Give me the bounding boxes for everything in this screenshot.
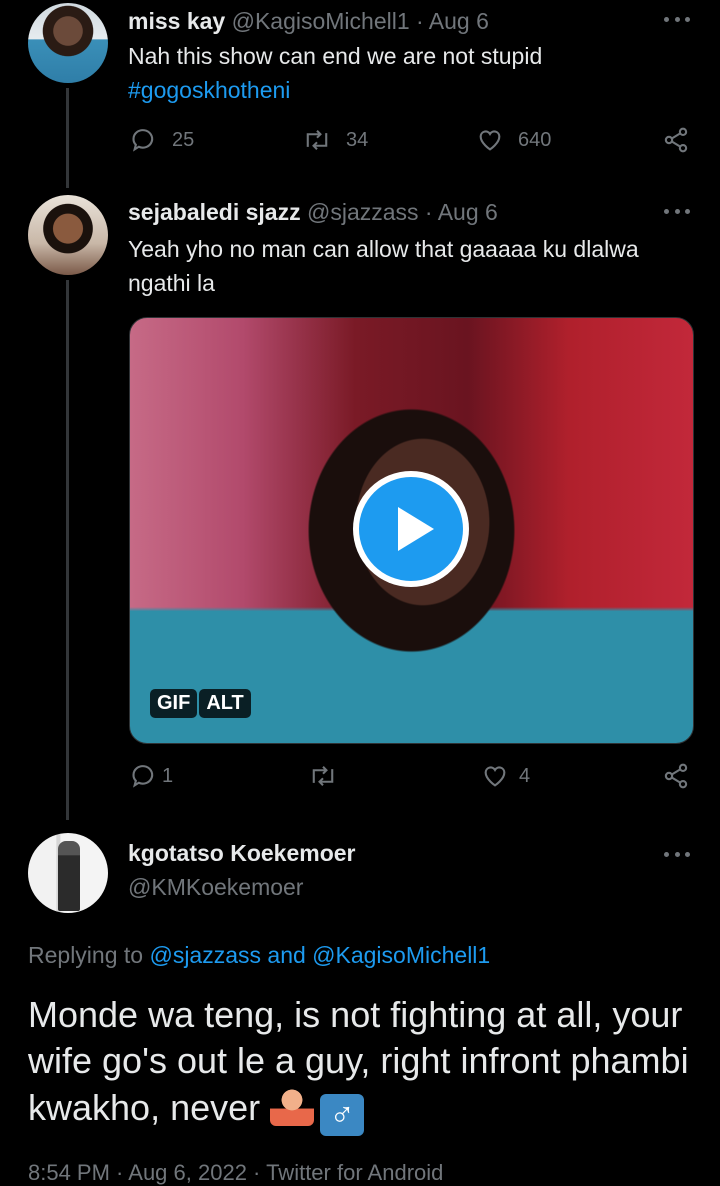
tweet-body: Nah this show can end we are not stupid <box>128 43 543 69</box>
reply-button[interactable]: 1 <box>130 762 173 790</box>
avatar[interactable] <box>28 833 108 913</box>
more-icon[interactable] <box>664 850 690 858</box>
replying-to-links[interactable]: @sjazzass and @KagisoMichell1 <box>149 942 490 968</box>
person-getting-massage-icon <box>270 1084 315 1126</box>
retweet-button[interactable] <box>308 762 338 790</box>
tweet-timestamp[interactable]: 8:54 PM · Aug 6, 2022 · Twitter for Andr… <box>28 1160 443 1186</box>
like-count: 640 <box>518 128 552 151</box>
like-count: 4 <box>519 764 531 787</box>
retweet-button[interactable]: 34 <box>302 126 368 154</box>
reply-count: 25 <box>172 128 195 151</box>
retweet-icon <box>306 130 328 150</box>
play-icon <box>359 477 463 581</box>
gif-media[interactable]: GIF ALT <box>129 317 694 744</box>
handle-and-date[interactable]: @sjazzass · Aug 6 <box>307 199 498 225</box>
share-icon <box>664 763 688 789</box>
handle-and-date[interactable]: @KagisoMichell1 · Aug 6 <box>232 8 489 34</box>
avatar[interactable] <box>28 195 108 275</box>
replying-to: Replying to @sjazzass and @KagisoMichell… <box>28 942 490 969</box>
tweet-body: Yeah yho no man can allow that gaaaaa ku… <box>128 236 639 296</box>
play-button[interactable] <box>353 471 469 587</box>
author-handle[interactable]: @KMKoekemoer <box>128 874 303 901</box>
share-button[interactable] <box>662 762 690 790</box>
author-name[interactable]: sejabaledi sjazz <box>128 199 301 225</box>
like-icon <box>479 130 501 151</box>
focused-tweet-text: Monde wa teng, is not fighting at all, y… <box>28 992 698 1136</box>
avatar[interactable] <box>28 3 108 83</box>
tweet-text: Nah this show can end we are not stupid … <box>128 39 688 107</box>
like-icon <box>484 766 506 787</box>
share-button[interactable] <box>662 126 690 154</box>
reply-count: 1 <box>162 764 174 787</box>
reply-button[interactable]: 25 <box>130 126 194 154</box>
tweet-header: miss kay @KagisoMichell1 · Aug 6 <box>128 8 489 35</box>
retweet-icon <box>312 766 334 786</box>
author-name[interactable]: kgotatso Koekemoer <box>128 840 356 867</box>
more-icon[interactable] <box>664 15 690 23</box>
media-badges: GIF ALT <box>150 689 251 718</box>
reply-icon <box>132 765 154 788</box>
thread-line <box>66 280 69 820</box>
tweet-header: sejabaledi sjazz @sjazzass · Aug 6 <box>128 199 498 226</box>
author-name[interactable]: miss kay <box>128 8 225 34</box>
share-icon <box>664 127 688 153</box>
retweet-count: 34 <box>346 128 369 151</box>
replying-prefix: Replying to <box>28 942 144 968</box>
thread-line <box>66 88 69 188</box>
male-sign-icon: ♂ <box>320 1094 365 1136</box>
tweet-actions: 25 34 640 <box>128 126 693 160</box>
tweet-actions: 1 4 <box>128 762 693 796</box>
more-icon[interactable] <box>664 207 690 215</box>
reply-icon <box>132 129 154 152</box>
like-button[interactable]: 640 <box>476 126 551 154</box>
hashtag-link[interactable]: #gogoskhotheni <box>128 73 688 107</box>
gif-badge: GIF <box>150 689 198 718</box>
alt-badge[interactable]: ALT <box>199 689 251 718</box>
like-button[interactable]: 4 <box>481 762 530 790</box>
